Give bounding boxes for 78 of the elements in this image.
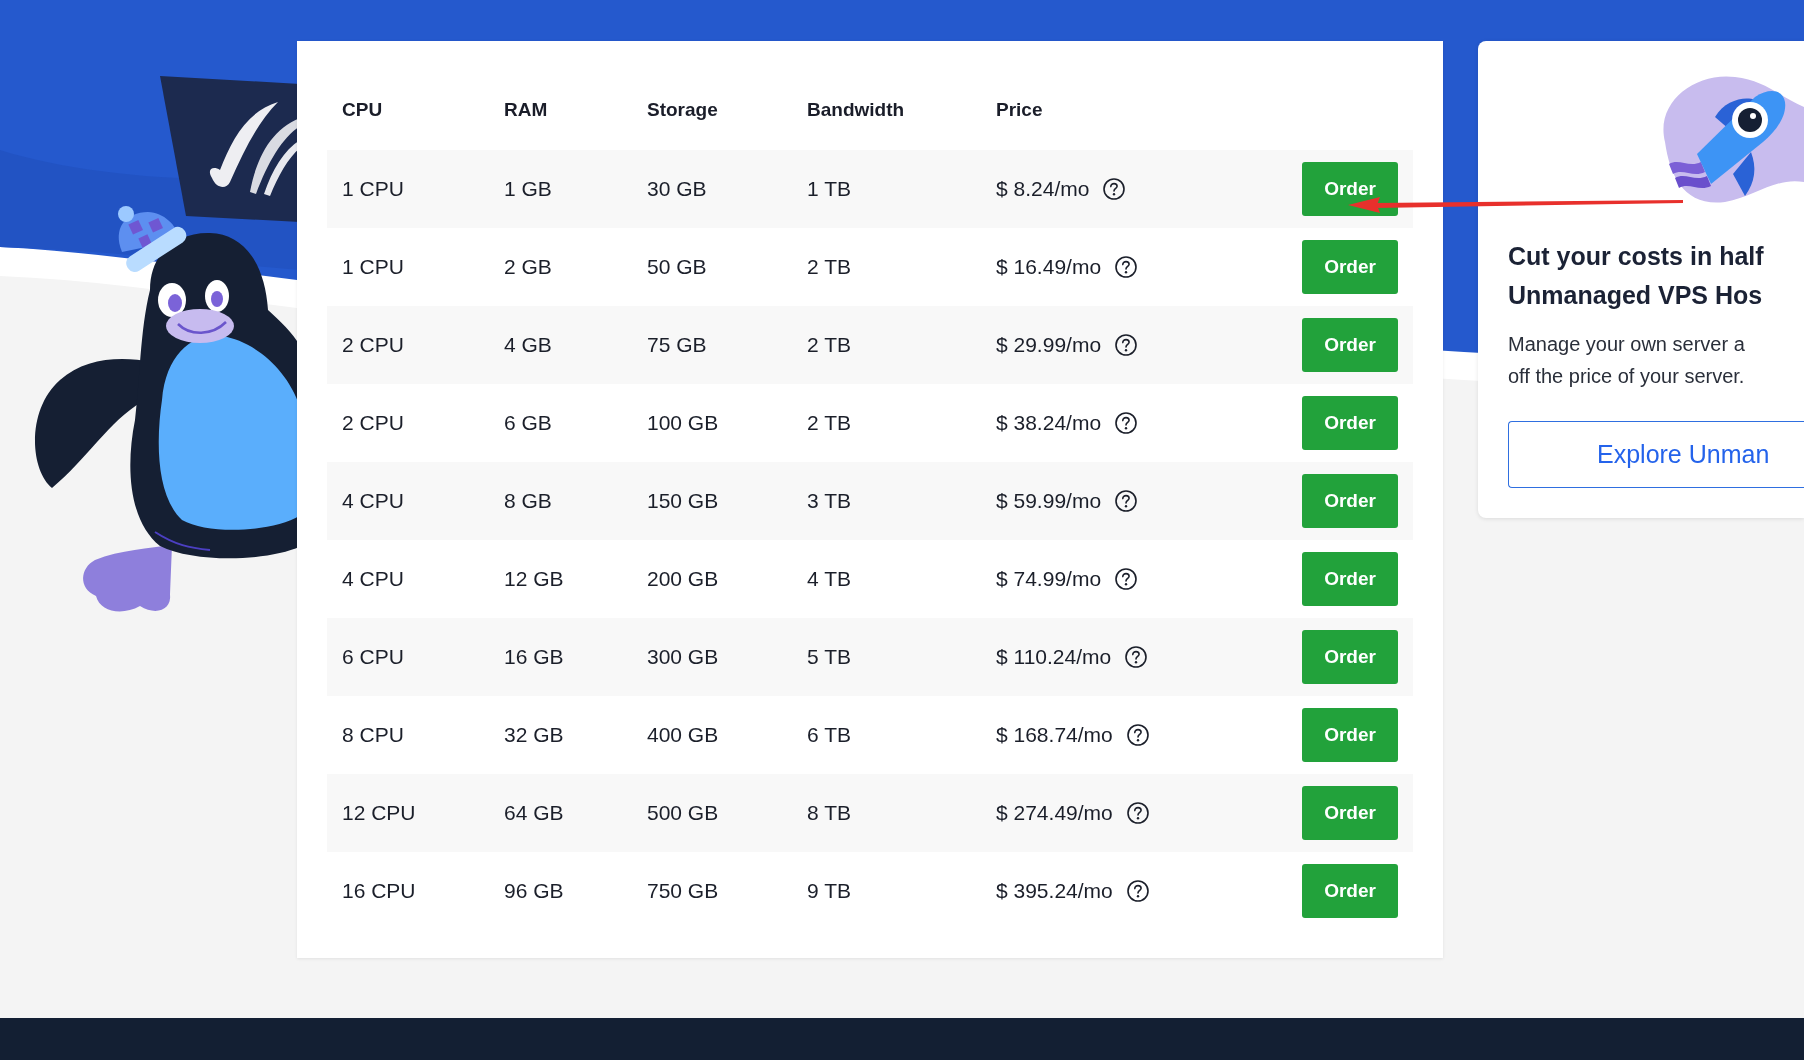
table-cell-text: 3 TB	[807, 488, 851, 515]
table-cell-text: 4 CPU	[342, 566, 404, 593]
price-text: $ 168.74/mo	[996, 722, 1113, 749]
help-icon[interactable]	[1115, 490, 1138, 512]
table-cell-text: 1 CPU	[342, 254, 404, 281]
order-button[interactable]: Order	[1302, 240, 1398, 294]
price-text: $ 74.99/mo	[996, 566, 1102, 593]
price-text: $ 16.49/mo	[996, 254, 1102, 281]
table-cell-text: 12 CPU	[342, 800, 416, 827]
table-cell-text: 32 GB	[504, 722, 564, 749]
promo-description: Manage your own server a off the price of your server.	[1508, 332, 1746, 389]
table-cell-text: 8 GB	[504, 488, 552, 515]
help-icon[interactable]	[1126, 880, 1149, 902]
table-cell-text: 8 TB	[807, 800, 851, 827]
price-text: $ 8.24/mo	[996, 176, 1090, 203]
table-cell-text: 2 TB	[807, 410, 851, 437]
order-button[interactable]: Order	[1302, 318, 1398, 372]
table-cell-text: 4 TB	[807, 566, 851, 593]
price-text: $ 59.99/mo	[996, 488, 1102, 515]
order-button[interactable]: Order	[1302, 708, 1398, 762]
order-button[interactable]: Order	[1302, 786, 1398, 840]
table-cell-text: 64 GB	[504, 800, 564, 827]
table-cell-text: 9 TB	[807, 878, 851, 905]
table-cell-text: 2 TB	[807, 254, 851, 281]
promo-title: Cut your costs in half Unmanaged VPS Hos	[1508, 241, 1765, 311]
table-cell-text: 6 GB	[504, 410, 552, 437]
table-cell-text: 500 GB	[647, 800, 719, 827]
price-text: $ 274.49/mo	[996, 800, 1113, 827]
order-button[interactable]: Order	[1302, 864, 1398, 918]
table-cell-text: 100 GB	[647, 410, 719, 437]
explore-button[interactable]: Explore Unman	[1508, 421, 1804, 488]
order-button[interactable]: Order	[1302, 474, 1398, 528]
column-header: Price	[996, 98, 1043, 123]
table-cell-text: 16 CPU	[342, 878, 416, 905]
table-cell-text: 8 CPU	[342, 722, 404, 749]
table-cell-text: 4 GB	[504, 332, 552, 359]
price-text: $ 29.99/mo	[996, 332, 1102, 359]
help-icon[interactable]	[1115, 412, 1138, 434]
table-cell-text: 150 GB	[647, 488, 719, 515]
order-button[interactable]: Order	[1302, 552, 1398, 606]
table-cell-text: 50 GB	[647, 254, 707, 281]
help-icon[interactable]	[1126, 724, 1149, 746]
table-cell-text: 1 GB	[504, 176, 552, 203]
order-button[interactable]: Order	[1302, 630, 1398, 684]
table-cell-text: 5 TB	[807, 644, 851, 671]
column-header: Storage	[647, 98, 718, 123]
column-header: CPU	[342, 98, 383, 123]
table-cell-text: 2 GB	[504, 254, 552, 281]
order-button[interactable]: Order	[1302, 162, 1398, 216]
column-header: RAM	[504, 98, 548, 123]
table-cell-text: 75 GB	[647, 332, 707, 359]
help-icon[interactable]	[1115, 334, 1138, 356]
table-cell-text: 4 CPU	[342, 488, 404, 515]
table-cell-text: 1 CPU	[342, 176, 404, 203]
help-icon[interactable]	[1103, 178, 1126, 200]
table-cell-text: 400 GB	[647, 722, 719, 749]
table-cell-text: 96 GB	[504, 878, 564, 905]
table-cell-text: 2 TB	[807, 332, 851, 359]
table-cell-text: 12 GB	[504, 566, 564, 593]
help-icon[interactable]	[1115, 256, 1138, 278]
table-cell-text: 6 TB	[807, 722, 851, 749]
table-cell-text: 6 CPU	[342, 644, 404, 671]
table-cell-text: 30 GB	[647, 176, 707, 203]
help-icon[interactable]	[1115, 568, 1138, 590]
table-cell-text: 2 CPU	[342, 332, 404, 359]
table-cell-text: 200 GB	[647, 566, 719, 593]
table-cell-text: 300 GB	[647, 644, 719, 671]
table-cell-text: 2 CPU	[342, 410, 404, 437]
price-text: $ 395.24/mo	[996, 878, 1113, 905]
column-header: Bandwidth	[807, 98, 905, 123]
table-cell-text: 1 TB	[807, 176, 851, 203]
price-text: $ 110.24/mo	[996, 644, 1112, 671]
table-cell-text: 750 GB	[647, 878, 719, 905]
order-button[interactable]: Order	[1302, 396, 1398, 450]
help-icon[interactable]	[1126, 802, 1149, 824]
table-cell-text: 16 GB	[504, 644, 564, 671]
price-text: $ 38.24/mo	[996, 410, 1102, 437]
help-icon[interactable]	[1125, 646, 1148, 668]
